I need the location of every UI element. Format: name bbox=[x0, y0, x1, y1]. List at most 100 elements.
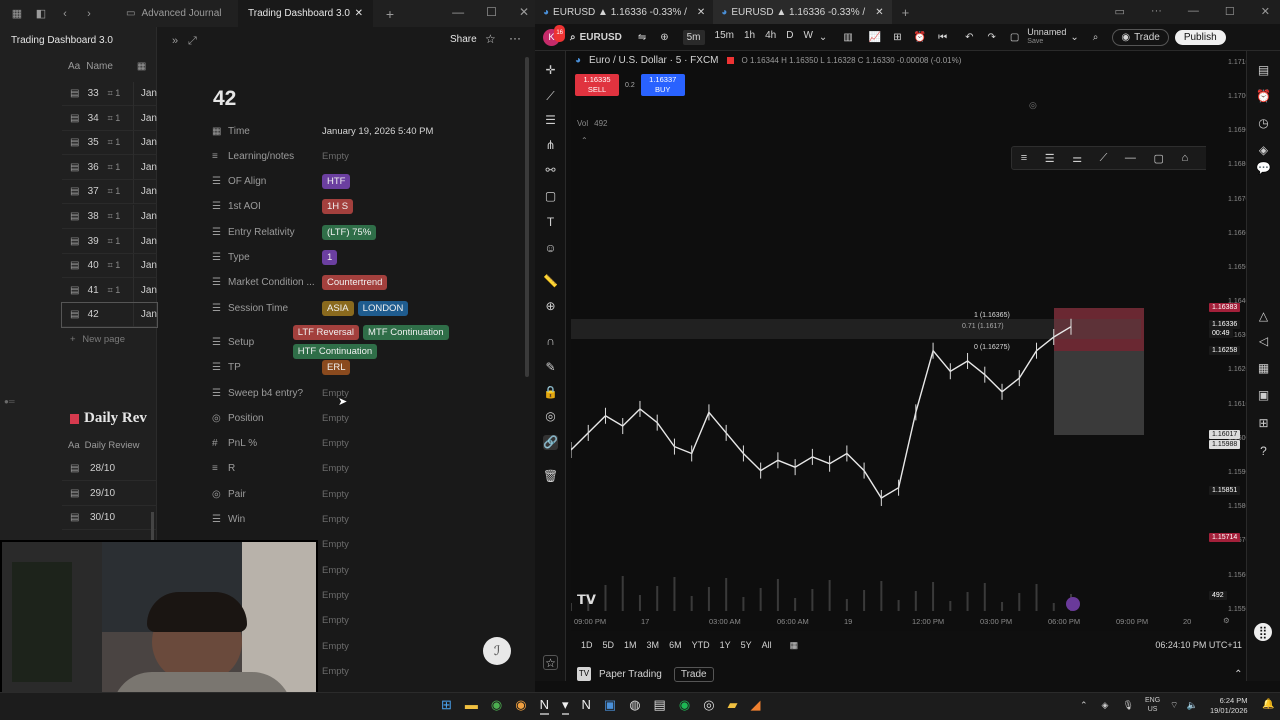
collapse-chevron-icon[interactable]: ⌃ bbox=[581, 136, 588, 145]
property-value[interactable]: (LTF) 75% bbox=[322, 224, 377, 240]
minimize-icon[interactable]: — bbox=[452, 5, 464, 19]
select-tag[interactable]: MTF Continuation bbox=[363, 325, 449, 341]
app-icon[interactable]: ▰ bbox=[728, 697, 738, 715]
property-value[interactable]: Empty bbox=[322, 489, 349, 500]
property-value[interactable]: Empty bbox=[322, 539, 349, 550]
property-row[interactable]: ☰ TP ERL bbox=[212, 357, 472, 379]
chart-title[interactable]: Euro / U.S. Dollar · 5 · FXCM bbox=[589, 55, 718, 66]
select-tag[interactable]: 1 bbox=[322, 250, 338, 265]
property-value[interactable]: Empty bbox=[322, 514, 349, 525]
close-icon[interactable]: ✕ bbox=[1261, 5, 1270, 18]
select-tag[interactable]: (LTF) 75% bbox=[322, 224, 377, 240]
tab-trading-dashboard[interactable]: Trading Dashboard 3.0 ✕ bbox=[238, 0, 373, 27]
ruler-icon[interactable]: 📏 bbox=[543, 274, 558, 289]
undo-icon[interactable]: ↶ bbox=[965, 32, 973, 43]
emoji-icon[interactable]: ☺ bbox=[543, 241, 558, 256]
tab-advanced-journal[interactable]: ▭ Advanced Journal bbox=[116, 0, 238, 27]
select-tag[interactable]: LONDON bbox=[357, 300, 409, 316]
hlines-icon[interactable]: ☰ bbox=[543, 113, 558, 128]
app-icon[interactable]: ◢ bbox=[751, 697, 761, 715]
property-value[interactable]: Empty bbox=[322, 413, 349, 424]
note-icon[interactable]: ⌂ bbox=[1181, 152, 1188, 164]
table-row[interactable]: ▤ 35 ⌗ 1 Jan bbox=[62, 130, 157, 156]
language-indicator[interactable]: ENG US bbox=[1145, 696, 1160, 714]
trendline-icon[interactable]: ⟋ bbox=[543, 89, 558, 104]
property-row[interactable]: ≡ Learning/notes Empty bbox=[212, 145, 472, 167]
property-value[interactable]: Countertrend bbox=[322, 275, 388, 291]
chat-icon[interactable]: 💬 bbox=[1256, 161, 1271, 176]
sidebar-toggle-icon[interactable]: ◧ bbox=[34, 7, 48, 21]
link-icon[interactable]: 🔗 bbox=[543, 435, 558, 450]
maximize-icon[interactable]: ☐ bbox=[1225, 5, 1235, 18]
select-tag[interactable]: ASIA bbox=[322, 300, 354, 316]
property-row[interactable]: ▦ Time January 19, 2026 5:40 PM bbox=[212, 120, 472, 142]
notion-icon[interactable]: N bbox=[539, 697, 549, 715]
app-icon[interactable]: ◎ bbox=[703, 697, 714, 715]
eye-icon[interactable]: ◎ bbox=[1029, 100, 1037, 111]
expand-chevron-icon[interactable]: » bbox=[172, 35, 178, 47]
property-row[interactable]: ≡ R Empty bbox=[212, 458, 472, 480]
quick-search-icon[interactable]: ⌕ bbox=[1093, 32, 1099, 43]
lines-icon[interactable]: ≡ bbox=[1021, 152, 1027, 164]
table-row[interactable]: ▤ 34 ⌗ 1 Jan bbox=[62, 106, 157, 131]
property-row[interactable]: ◎ Pair Empty bbox=[212, 483, 472, 505]
text-icon[interactable]: T bbox=[543, 215, 558, 230]
page-title[interactable]: 42 bbox=[213, 87, 236, 111]
calendar-event-icon[interactable] bbox=[1066, 597, 1080, 611]
notion-icon[interactable]: N bbox=[582, 697, 591, 715]
trash-icon[interactable]: 🗑 bbox=[543, 469, 558, 484]
property-row[interactable]: ◎ Position Empty bbox=[212, 407, 472, 429]
property-row[interactable]: # PnL % Empty bbox=[212, 433, 472, 455]
help-icon[interactable]: ? bbox=[1256, 444, 1271, 459]
watchlist-icon[interactable]: ▤ bbox=[1256, 63, 1271, 78]
open-full-icon[interactable]: ⤢ bbox=[188, 35, 197, 48]
minimize-icon[interactable]: — bbox=[1188, 5, 1199, 18]
add-symbol-icon[interactable]: ⊕ bbox=[660, 32, 668, 43]
templates-icon[interactable]: ⊞ bbox=[893, 32, 901, 43]
table-row[interactable]: ▤ 38 ⌗ 1 Jan bbox=[62, 204, 157, 229]
property-row[interactable]: ☰ Entry Relativity (LTF) 75% bbox=[212, 221, 472, 243]
tradingview-icon[interactable]: ▾ bbox=[561, 697, 569, 715]
property-row[interactable]: ☰ Win Empty bbox=[212, 509, 472, 531]
property-row[interactable]: ☰ OF Align HTF bbox=[212, 171, 472, 193]
interval-5m[interactable]: 5m bbox=[682, 29, 705, 45]
quick-settings[interactable]: ⌔ 🔈 bbox=[1170, 700, 1198, 711]
hline-icon[interactable]: — bbox=[1125, 152, 1136, 164]
spotify-icon[interactable]: ◉ bbox=[679, 697, 690, 715]
range-1D[interactable]: 1D bbox=[581, 640, 593, 650]
news-icon[interactable]: ◁ bbox=[1256, 334, 1271, 349]
layout-icon[interactable]: ▢ bbox=[1010, 32, 1019, 43]
column-header-name[interactable]: Aa Name ▦ bbox=[68, 61, 158, 72]
interval-4h[interactable]: 4h bbox=[765, 30, 776, 45]
interval-W[interactable]: W bbox=[803, 30, 812, 45]
maximize-icon[interactable]: ☐ bbox=[486, 5, 497, 19]
drag-handle-icon[interactable]: ●═ bbox=[4, 397, 15, 406]
property-value[interactable]: Empty bbox=[322, 641, 349, 652]
trade-tab[interactable]: Trade bbox=[673, 666, 714, 682]
candles-icon[interactable]: ▥ bbox=[843, 32, 852, 43]
pitchfork-icon[interactable]: ⋔ bbox=[543, 138, 558, 153]
close-icon[interactable]: ✕ bbox=[355, 8, 363, 19]
tab-eurusd-1[interactable]: ◕ EURUSD ▲ 1.16336 -0.33% / ✕ bbox=[535, 0, 713, 24]
screen-icon[interactable]: ▭ bbox=[1115, 5, 1125, 18]
property-value[interactable]: Empty bbox=[322, 565, 349, 576]
lock-icon[interactable]: 🔒 bbox=[543, 385, 558, 400]
close-icon[interactable]: ✕ bbox=[697, 7, 705, 18]
share-button[interactable]: Share bbox=[450, 34, 477, 45]
interval-1h[interactable]: 1h bbox=[744, 30, 755, 45]
settings-gear-icon[interactable]: ⚙ bbox=[1223, 616, 1230, 625]
buy-button[interactable]: 1.16337 BUY bbox=[640, 74, 685, 96]
chevron-down-icon[interactable]: ⌄ bbox=[819, 32, 827, 43]
date-range-icon[interactable]: ▦ bbox=[790, 640, 799, 651]
crosshair-icon[interactable]: ✛ bbox=[543, 63, 558, 78]
select-tag[interactable]: LTF Reversal bbox=[292, 325, 360, 341]
property-value[interactable]: LTF Reversal MTF Continuation HTF Continua… bbox=[292, 325, 472, 360]
layout-name[interactable]: Unnamed Save bbox=[1027, 27, 1066, 47]
table-row[interactable]: ▤ 37 ⌗ 1 Jan bbox=[62, 179, 157, 205]
table-row[interactable]: ▤ 40 ⌗ 1 Jan bbox=[62, 253, 157, 279]
symbol-search[interactable]: ⌕ EURUSD bbox=[570, 32, 622, 43]
range-All[interactable]: All bbox=[762, 640, 772, 650]
scrollbar[interactable] bbox=[151, 512, 154, 542]
list-item[interactable]: ▤ 29/10 bbox=[62, 482, 157, 506]
data-window-icon[interactable]: ◷ bbox=[1256, 116, 1271, 131]
